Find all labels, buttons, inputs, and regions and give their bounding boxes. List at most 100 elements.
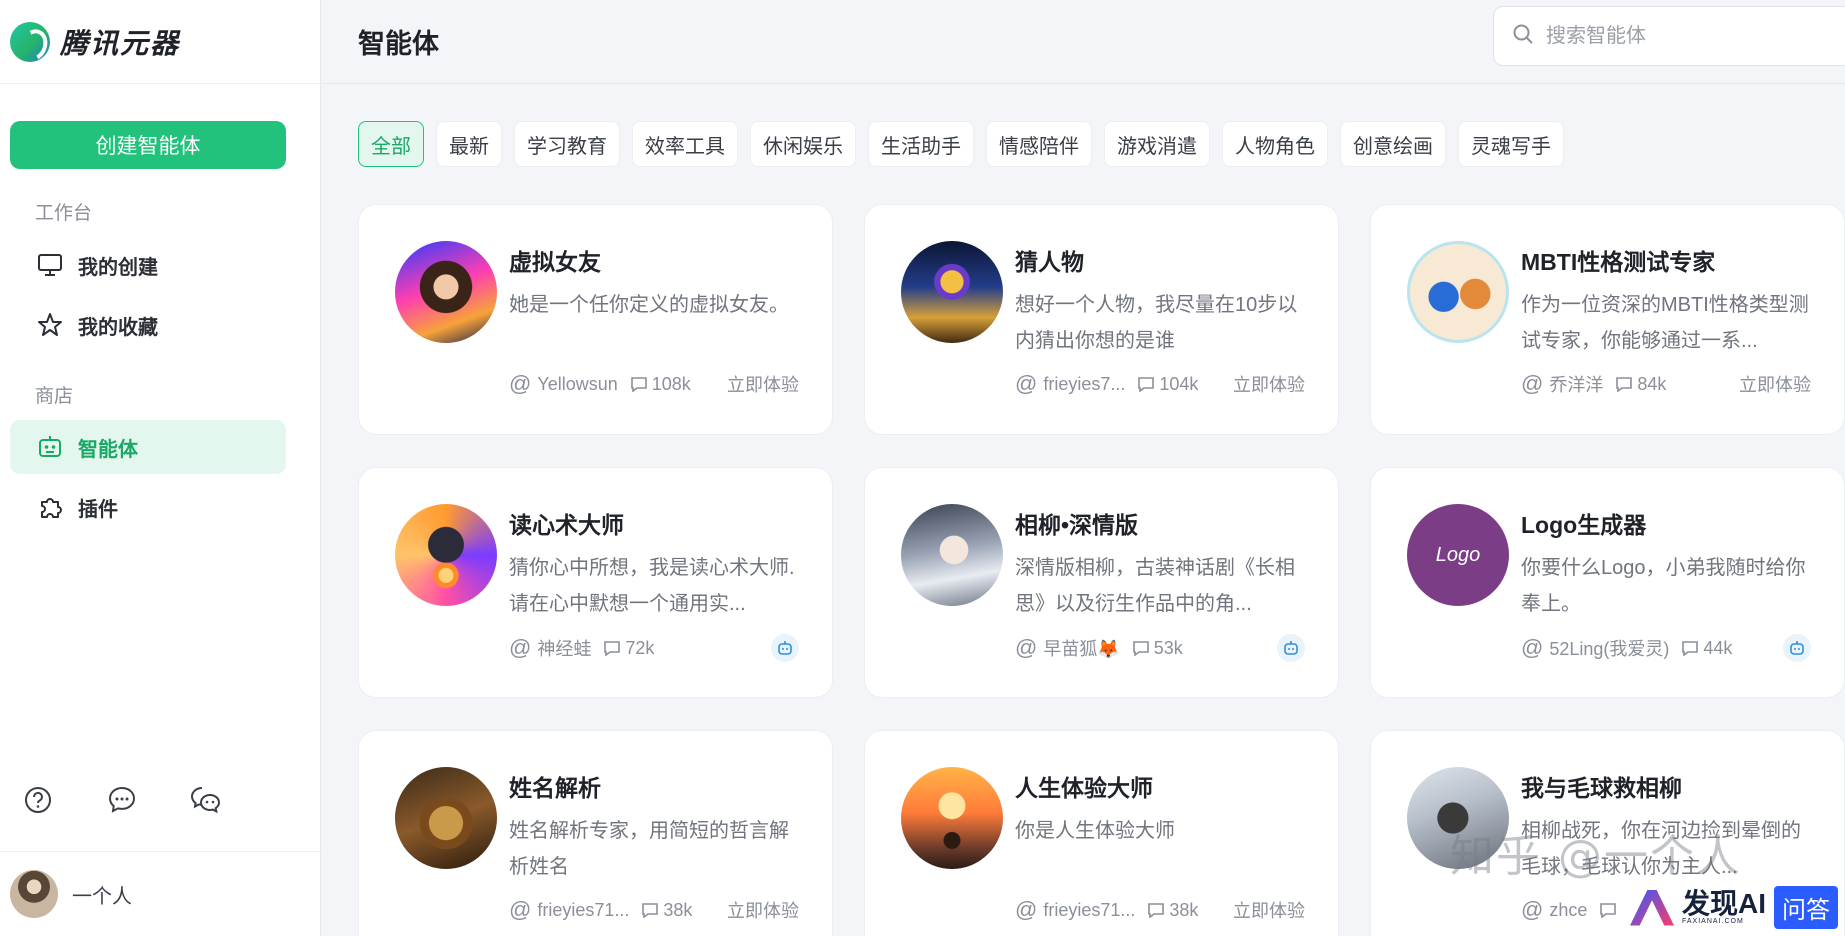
agent-avatar bbox=[901, 241, 1003, 343]
comment-icon bbox=[1682, 641, 1699, 656]
tab-games[interactable]: 游戏消遣 bbox=[1104, 121, 1210, 167]
agent-meta: @ Yellowsun 108k 立即体验 bbox=[509, 371, 799, 397]
agent-avatar: Logo bbox=[1407, 504, 1509, 606]
comment-icon bbox=[1600, 903, 1617, 918]
count-value: 53k bbox=[1153, 637, 1183, 658]
agent-card[interactable]: 虚拟女友 她是一个任你定义的虚拟女友。 @ Yellowsun 108k 立即体验 bbox=[358, 204, 833, 435]
try-now-link[interactable]: 立即体验 bbox=[1233, 371, 1305, 397]
brand[interactable]: 腾讯元器 bbox=[0, 0, 320, 84]
agent-card[interactable]: 读心术大师 猜你心中所想，我是读心术大师. 请在心中默想一个通用实... @ 神经… bbox=[358, 467, 833, 698]
tab-productivity-tools[interactable]: 效率工具 bbox=[632, 121, 738, 167]
conversation-count: 38k bbox=[641, 900, 692, 921]
at-icon: @ bbox=[1521, 897, 1544, 922]
sidebar-item-label: 智能体 bbox=[78, 438, 138, 461]
comment-icon bbox=[1148, 903, 1165, 918]
agent-avatar bbox=[395, 241, 497, 343]
tab-soul-writer[interactable]: 灵魂写手 bbox=[1458, 121, 1564, 167]
agent-author: @52Ling(我爱灵) bbox=[1521, 635, 1669, 661]
agent-name: MBTI性格测试专家 bbox=[1521, 249, 1716, 275]
agent-meta: @ 早苗狐🦊 53k bbox=[1015, 634, 1305, 662]
agent-author: @ frieyies71... bbox=[1015, 897, 1135, 923]
help-icon[interactable] bbox=[22, 784, 54, 816]
tencent-yuanqi-logo-icon bbox=[10, 21, 50, 62]
sidebar-footer-actions bbox=[22, 784, 222, 816]
feedback-chat-icon[interactable] bbox=[106, 784, 138, 816]
count-value: 38k bbox=[663, 899, 693, 920]
agent-description: 姓名解析专家，用简短的哲言解析姓名 bbox=[509, 820, 789, 878]
agent-description: 相柳战死，你在河边捡到晕倒的毛球，毛球认你为主人... bbox=[1521, 820, 1801, 878]
author-name: frieyies71... bbox=[537, 899, 630, 920]
tab-latest[interactable]: 最新 bbox=[436, 121, 502, 167]
top-bar: 智能体 bbox=[322, 0, 1845, 84]
agent-card[interactable]: MBTI性格测试专家 作为一位资深的MBTI性格类型测试专家，你能够通过一系..… bbox=[1370, 204, 1845, 435]
count-value: 72k bbox=[625, 637, 655, 658]
tab-learning-education[interactable]: 学习教育 bbox=[514, 121, 620, 167]
agent-avatar bbox=[1407, 241, 1509, 343]
tab-life-assistant[interactable]: 生活助手 bbox=[868, 121, 974, 167]
agent-meta: @ 乔洋洋 84k 立即体验 bbox=[1521, 371, 1811, 397]
agent-card[interactable]: Logo Logo生成器 你要什么Logo，小弟我随时给你奉上。 @52Ling… bbox=[1370, 467, 1845, 698]
sidebar-item-agents[interactable]: 智能体 bbox=[10, 420, 286, 474]
agent-avatar bbox=[1407, 767, 1509, 869]
page-title: 智能体 bbox=[358, 29, 439, 59]
monitor-icon bbox=[36, 251, 64, 279]
agent-card[interactable]: 姓名解析 姓名解析专家，用简短的哲言解析姓名 @ frieyies71... 38… bbox=[358, 730, 833, 936]
bot-icon[interactable] bbox=[1277, 634, 1305, 662]
create-agent-button[interactable]: 创建智能体 bbox=[10, 121, 286, 169]
try-now-link[interactable]: 立即体验 bbox=[1739, 371, 1811, 397]
tab-characters[interactable]: 人物角色 bbox=[1222, 121, 1328, 167]
tab-all[interactable]: 全部 bbox=[358, 121, 424, 167]
faxianai-subtitle: FAXIANAI.COM bbox=[1682, 918, 1744, 925]
at-icon: @ bbox=[1521, 635, 1544, 660]
agent-name: 人生体验大师 bbox=[1015, 775, 1153, 801]
tab-leisure-entertainment[interactable]: 休闲娱乐 bbox=[750, 121, 856, 167]
search-box[interactable] bbox=[1493, 6, 1845, 66]
bot-icon[interactable] bbox=[1783, 634, 1811, 662]
agent-name: Logo生成器 bbox=[1521, 512, 1647, 538]
author-name: frieyies7... bbox=[1043, 373, 1126, 394]
try-now-link[interactable]: 立即体验 bbox=[727, 371, 799, 397]
sidebar-item-my-favorites[interactable]: 我的收藏 bbox=[10, 298, 286, 352]
agent-description: 作为一位资深的MBTI性格类型测试专家，你能够通过一系... bbox=[1521, 294, 1809, 352]
comment-icon bbox=[604, 641, 621, 656]
author-name: frieyies71... bbox=[1043, 899, 1136, 920]
agent-meta: @ frieyies71... 38k 立即体验 bbox=[509, 897, 799, 923]
count-value: 84k bbox=[1637, 373, 1667, 394]
user-profile[interactable]: 一个人 bbox=[0, 851, 321, 936]
wechat-icon[interactable] bbox=[190, 784, 222, 816]
tab-creative-drawing[interactable]: 创意绘画 bbox=[1340, 121, 1446, 167]
agent-card[interactable]: 相柳•深情版 深情版相柳，古装神话剧《长相思》以及衍生作品中的角... @ 早苗狐… bbox=[864, 467, 1339, 698]
sidebar-item-my-creations[interactable]: 我的创建 bbox=[10, 238, 286, 292]
puzzle-icon bbox=[36, 493, 64, 521]
conversation-count: 104k bbox=[1137, 374, 1198, 395]
agent-meta: @ frieyies7... 104k 立即体验 bbox=[1015, 371, 1305, 397]
agent-meta: @ 神经蛙 72k bbox=[509, 634, 799, 662]
sidebar-item-plugins[interactable]: 插件 bbox=[10, 480, 286, 534]
agent-avatar bbox=[901, 504, 1003, 606]
agent-author: @ Yellowsun bbox=[509, 371, 618, 397]
faxianai-badge: 问答 bbox=[1774, 886, 1839, 929]
search-input[interactable] bbox=[1546, 24, 1806, 48]
sidebar-item-label: 插件 bbox=[78, 498, 118, 521]
search-icon bbox=[1512, 23, 1546, 50]
conversation-count: 84k bbox=[1615, 374, 1666, 395]
agent-description: 你要什么Logo，小弟我随时给你奉上。 bbox=[1521, 557, 1806, 615]
tab-emotional-companion[interactable]: 情感陪伴 bbox=[986, 121, 1092, 167]
comment-icon bbox=[642, 903, 659, 918]
star-icon bbox=[36, 311, 64, 339]
author-name: 早苗狐🦊 bbox=[1043, 639, 1120, 659]
sidebar-item-label: 我的收藏 bbox=[78, 316, 158, 339]
agent-card[interactable]: 猜人物 想好一个人物，我尽量在10步以内猜出你想的是谁 @ frieyies7..… bbox=[864, 204, 1339, 435]
agent-description: 想好一个人物，我尽量在10步以内猜出你想的是谁 bbox=[1015, 294, 1298, 352]
try-now-link[interactable]: 立即体验 bbox=[727, 897, 799, 923]
conversation-count: 44k bbox=[1681, 638, 1732, 659]
try-now-link[interactable]: 立即体验 bbox=[1233, 897, 1305, 923]
count-value: 38k bbox=[1169, 899, 1199, 920]
user-name: 一个人 bbox=[72, 885, 132, 908]
agent-name: 相柳•深情版 bbox=[1015, 512, 1139, 538]
author-name: Yellowsun bbox=[537, 373, 618, 394]
agent-card[interactable]: 人生体验大师 你是人生体验大师 @ frieyies71... 38k 立即体验 bbox=[864, 730, 1339, 936]
faxianai-watermark: 发现AI FAXIANAI.COM 问答 bbox=[1630, 886, 1839, 929]
avatar bbox=[10, 870, 58, 918]
bot-icon[interactable] bbox=[771, 634, 799, 662]
